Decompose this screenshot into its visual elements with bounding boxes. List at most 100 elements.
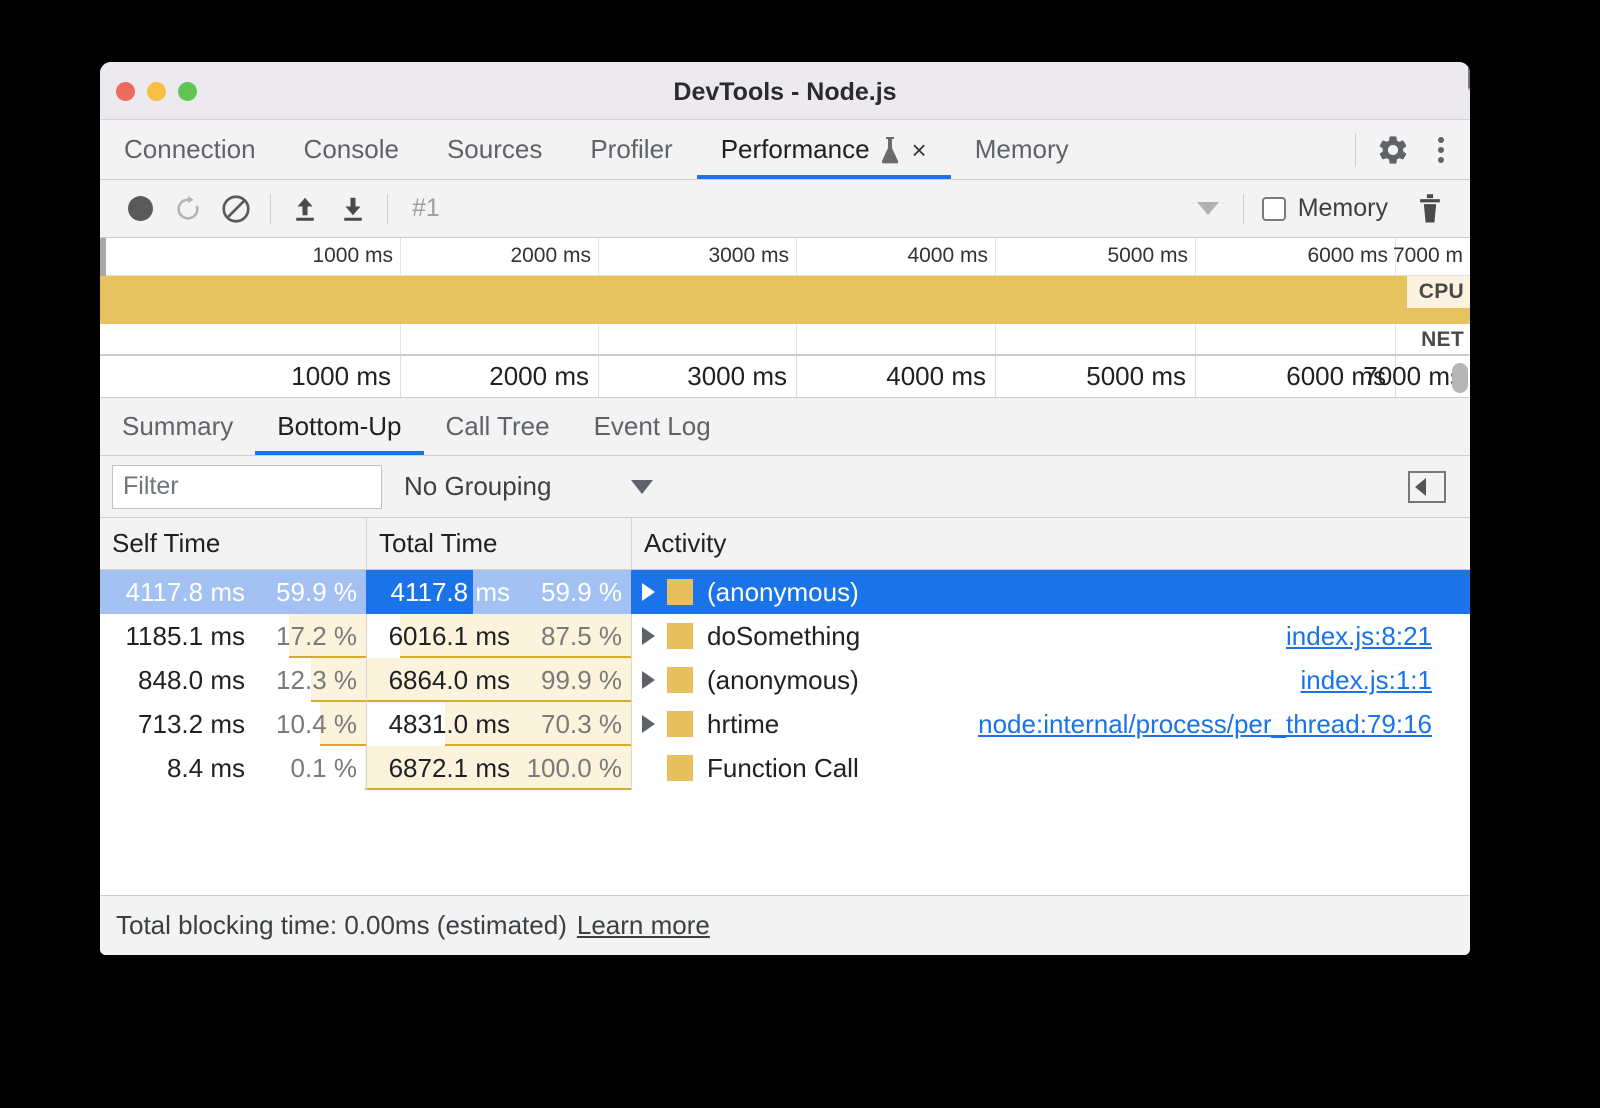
tabbar-actions	[1355, 120, 1470, 179]
panel-tabbar: Connection Console Sources Profiler Perf…	[100, 120, 1470, 180]
chevron-down-icon	[631, 480, 653, 494]
download-profile-icon	[338, 194, 368, 224]
tab-event-log[interactable]: Event Log	[572, 398, 733, 455]
upload-profile-icon	[290, 194, 320, 224]
self-time-value: 4117.8 ms	[126, 577, 245, 608]
delete-recording-button[interactable]	[1406, 187, 1454, 231]
cell-self-time: 848.0 ms 12.3 %	[100, 658, 367, 702]
collapse-sidebar-icon[interactable]	[1408, 471, 1446, 503]
overview-ruler-bottom: 1000 ms 2000 ms 3000 ms 4000 ms 5000 ms …	[100, 356, 1470, 398]
tab-label: Bottom-Up	[277, 411, 401, 442]
ruler-tick: 6000 ms	[1307, 244, 1395, 268]
total-time-value: 6016.1 ms	[389, 621, 510, 652]
timeline-overview[interactable]: 1000 ms 2000 ms 3000 ms 4000 ms 5000 ms …	[100, 238, 1470, 398]
tab-call-tree[interactable]: Call Tree	[424, 398, 572, 455]
status-bar: Total blocking time: 0.00ms (estimated) …	[100, 895, 1470, 955]
tab-summary[interactable]: Summary	[100, 398, 255, 455]
filter-input[interactable]	[112, 465, 382, 509]
expand-triangle-icon[interactable]	[642, 671, 655, 689]
kebab-menu-icon[interactable]	[1430, 131, 1452, 169]
activity-source-link[interactable]: node:internal/process/per_thread:79:16	[978, 709, 1432, 740]
tab-label: Console	[304, 134, 399, 165]
tab-profiler[interactable]: Profiler	[566, 120, 696, 179]
cell-total-time: 4831.0 ms 70.3 %	[367, 702, 632, 746]
close-tab-icon[interactable]: ×	[912, 137, 927, 163]
tab-performance[interactable]: Performance ×	[697, 120, 951, 179]
recording-toolbar: #1 Memory	[100, 180, 1470, 238]
divider	[270, 194, 271, 224]
activity-name: doSomething	[707, 621, 860, 652]
window-titlebar: DevTools - Node.js	[100, 62, 1470, 120]
total-time-percent: 99.9 %	[510, 665, 622, 696]
net-band-label: NET	[1409, 324, 1470, 356]
reload-icon	[173, 194, 203, 224]
session-selector[interactable]: #1	[398, 187, 1233, 231]
record-circle-icon	[128, 196, 153, 221]
total-time-value: 6872.1 ms	[389, 753, 510, 784]
self-time-value: 1185.1 ms	[126, 621, 245, 652]
activity-source-link[interactable]: index.js:1:1	[1300, 665, 1432, 696]
table-row[interactable]: 8.4 ms 0.1 % 6872.1 ms 100.0 % Function …	[100, 746, 1470, 790]
tab-bottom-up[interactable]: Bottom-Up	[255, 398, 423, 455]
table-header-row: Self Time Total Time Activity	[100, 518, 1470, 570]
self-time-value: 848.0 ms	[138, 665, 245, 696]
load-profile-button[interactable]	[281, 187, 329, 231]
expand-triangle-icon[interactable]	[642, 583, 655, 601]
ruler-tick: 5000 ms	[1086, 361, 1195, 392]
grouping-selector[interactable]: No Grouping	[404, 471, 653, 502]
overview-drag-handle[interactable]	[100, 238, 106, 276]
tab-sources[interactable]: Sources	[423, 120, 566, 179]
save-profile-button[interactable]	[329, 187, 377, 231]
ruler-tick: 3000 ms	[687, 361, 796, 392]
divider	[1355, 133, 1356, 167]
reload-and-record-button[interactable]	[164, 187, 212, 231]
activity-name: hrtime	[707, 709, 779, 740]
self-time-value: 8.4 ms	[167, 753, 245, 784]
column-header-activity[interactable]: Activity	[632, 518, 1470, 569]
activity-name: Function Call	[707, 753, 859, 784]
cell-self-time: 713.2 ms 10.4 %	[100, 702, 367, 746]
bottom-up-table: Self Time Total Time Activity 4117.8 ms …	[100, 518, 1470, 895]
session-label: #1	[412, 194, 440, 223]
overview-ruler-top: 1000 ms 2000 ms 3000 ms 4000 ms 5000 ms …	[100, 238, 1470, 276]
activity-color-swatch	[667, 755, 693, 781]
window-title: DevTools - Node.js	[100, 78, 1470, 107]
column-header-self-time[interactable]: Self Time	[100, 518, 367, 569]
tab-memory[interactable]: Memory	[951, 120, 1093, 179]
overview-scrollbar-thumb[interactable]	[1452, 363, 1468, 393]
expand-triangle-icon[interactable]	[642, 715, 655, 733]
grouping-label: No Grouping	[404, 471, 551, 502]
tab-label: Performance	[721, 134, 870, 165]
tab-label: Connection	[124, 134, 256, 165]
ruler-tick: 2000 ms	[489, 361, 598, 392]
cell-activity: Function Call	[632, 746, 1470, 790]
clear-recording-button[interactable]	[212, 187, 260, 231]
arrow-left-glyph	[1415, 478, 1426, 496]
activity-source-link[interactable]: index.js:8:21	[1286, 621, 1432, 652]
total-time-value: 4117.8 ms	[391, 577, 510, 608]
activity-color-swatch	[667, 579, 693, 605]
tab-console[interactable]: Console	[280, 120, 423, 179]
expand-triangle-icon[interactable]	[642, 627, 655, 645]
column-header-total-time[interactable]: Total Time	[367, 518, 632, 569]
gear-icon[interactable]	[1376, 133, 1410, 167]
tab-connection[interactable]: Connection	[100, 120, 280, 179]
cpu-usage-fill	[100, 276, 1470, 324]
table-row[interactable]: 1185.1 ms 17.2 % 6016.1 ms 87.5 % doSome…	[100, 614, 1470, 658]
ruler-tick: 5000 ms	[1107, 244, 1195, 268]
total-time-percent: 100.0 %	[510, 753, 622, 784]
table-row[interactable]: 4117.8 ms 59.9 % 4117.8 ms 59.9 % (anony…	[100, 570, 1470, 614]
activity-color-swatch	[667, 711, 693, 737]
record-button[interactable]	[116, 187, 164, 231]
self-time-value: 713.2 ms	[138, 709, 245, 740]
memory-checkbox[interactable]: Memory	[1254, 194, 1396, 223]
devtools-window: DevTools - Node.js Connection Console So…	[100, 62, 1470, 955]
chevron-down-icon	[1197, 202, 1219, 215]
filter-toolbar: No Grouping	[100, 456, 1470, 518]
table-row[interactable]: 848.0 ms 12.3 % 6864.0 ms 99.9 % (anonym…	[100, 658, 1470, 702]
ruler-tick: 4000 ms	[907, 244, 995, 268]
activity-name: (anonymous)	[707, 577, 859, 608]
learn-more-link[interactable]: Learn more	[577, 910, 710, 941]
table-row[interactable]: 713.2 ms 10.4 % 4831.0 ms 70.3 % hrtime …	[100, 702, 1470, 746]
cell-self-time: 1185.1 ms 17.2 %	[100, 614, 367, 658]
